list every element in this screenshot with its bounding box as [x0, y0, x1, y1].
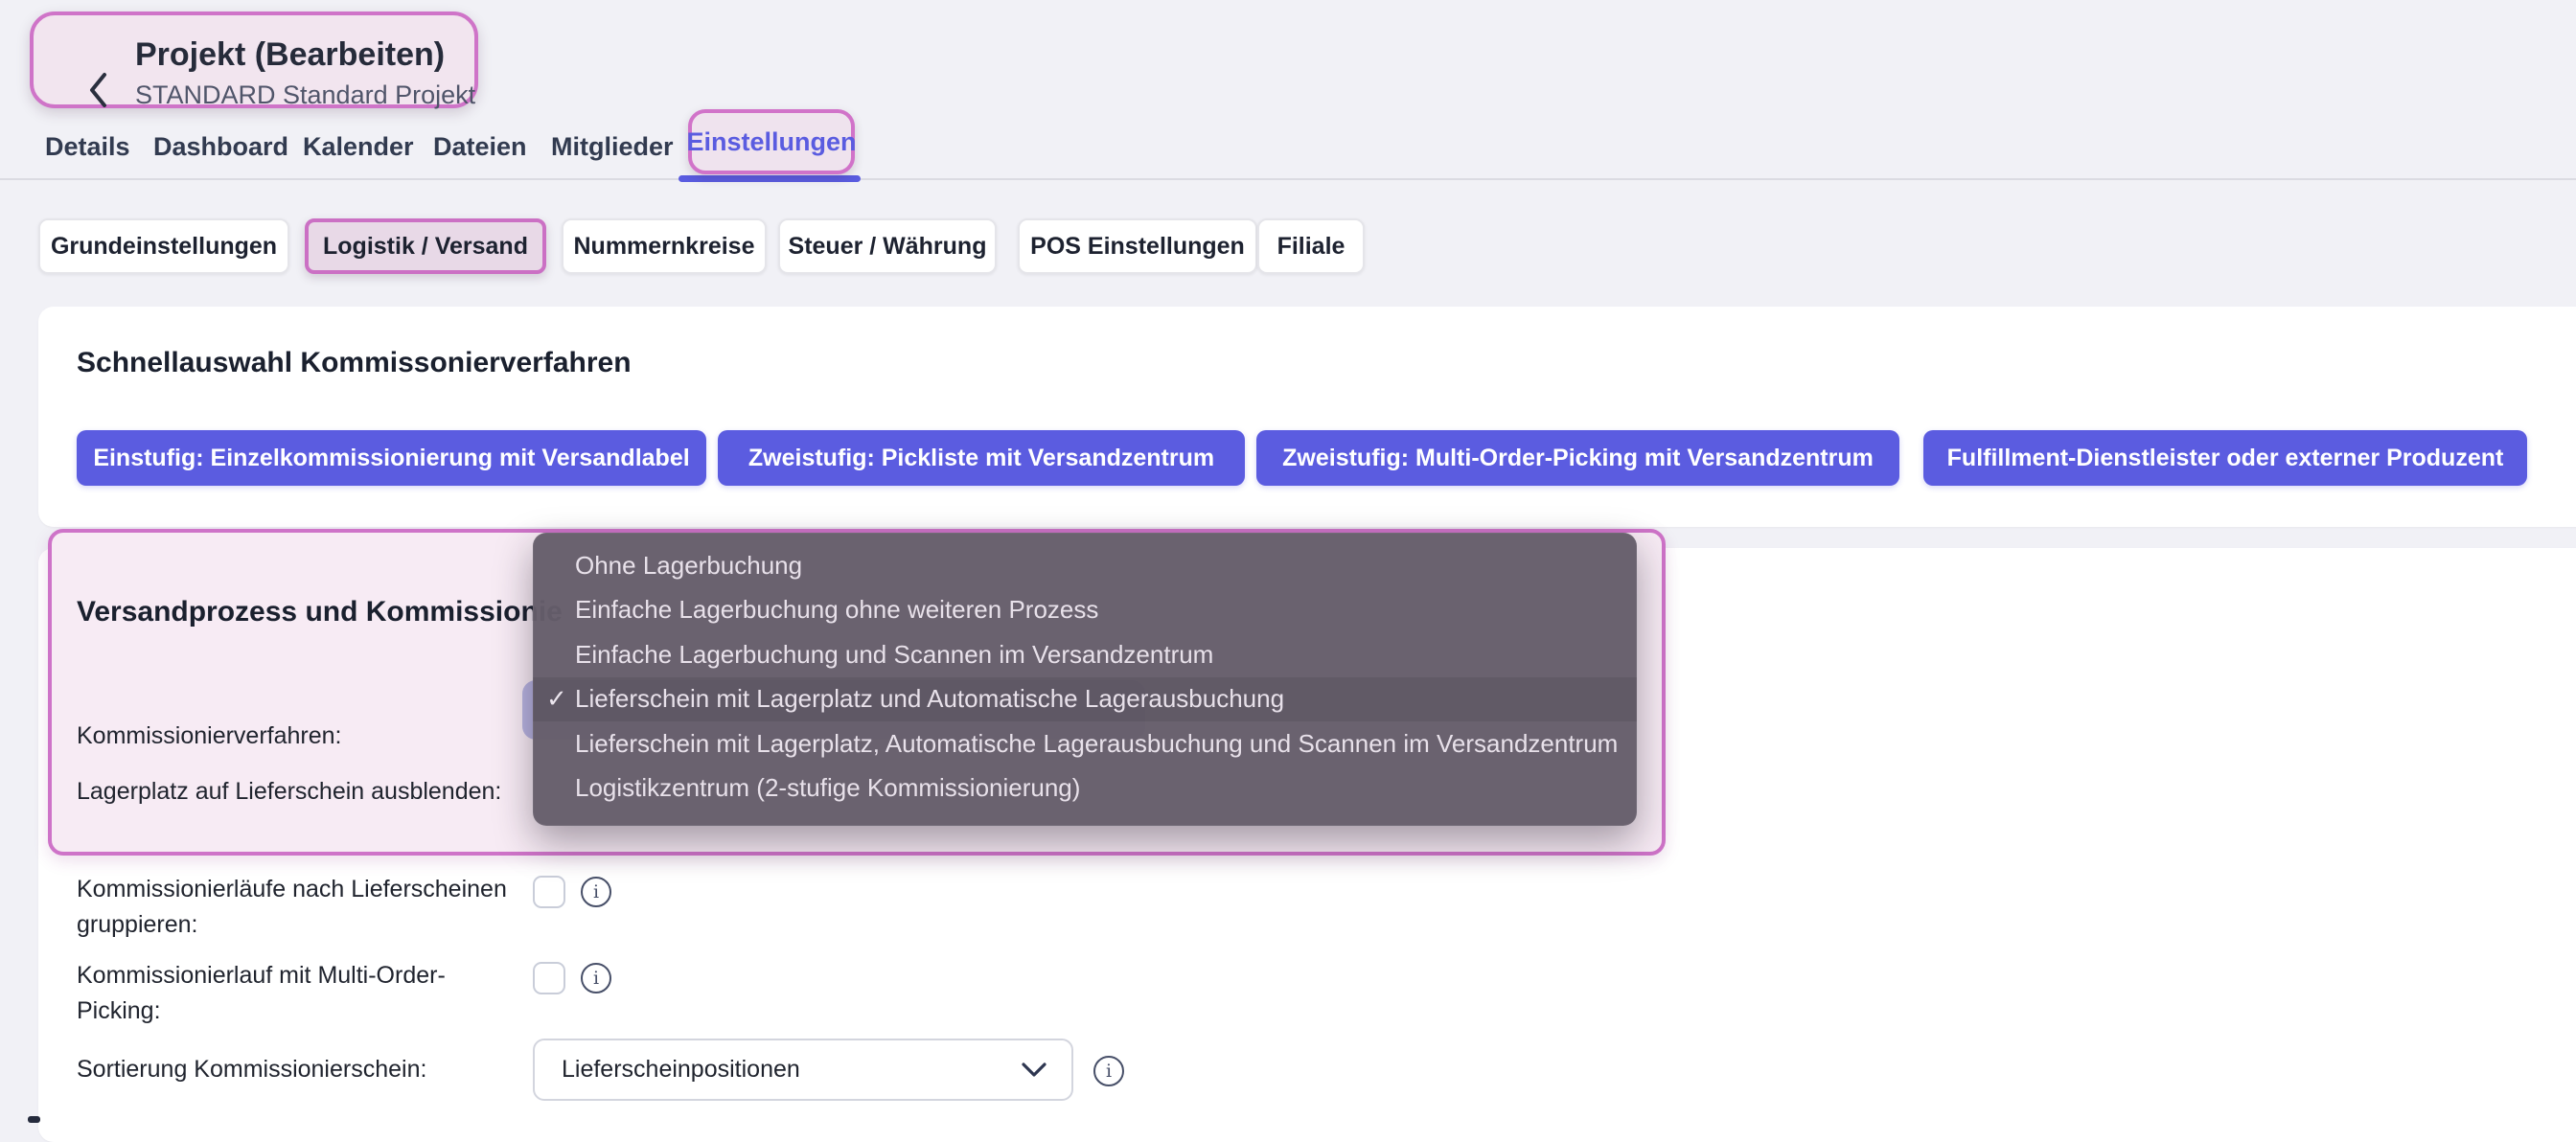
quick-select-button-pickliste[interactable]: Zweistufig: Pickliste mit Versandzentrum	[718, 430, 1245, 486]
dropdown-option[interactable]: Lieferschein mit Lagerplatz, Automatisch…	[533, 721, 1637, 766]
kommissionierverfahren-dropdown: Ohne Lagerbuchung Einfache Lagerbuchung …	[533, 533, 1637, 826]
label-multi-order-picking: Kommissionierlauf mit Multi-Order-Pickin…	[77, 958, 510, 1029]
subtab-filiale[interactable]: Filiale	[1257, 218, 1365, 274]
shipping-section-title: Versandprozess und Kommissionie	[77, 596, 563, 628]
subtab-grundeinstellungen[interactable]: Grundeinstellungen	[38, 218, 289, 274]
subtab-logistik-versand[interactable]: Logistik / Versand	[305, 218, 546, 274]
tab-dashboard[interactable]: Dashboard	[153, 132, 288, 162]
project-header-highlight: Projekt (Bearbeiten) STANDARD Standard P…	[30, 11, 478, 108]
label-lagerplatz-ausblenden: Lagerplatz auf Lieferschein ausblenden:	[77, 774, 510, 810]
quick-select-button-multi-order[interactable]: Zweistufig: Multi-Order-Picking mit Vers…	[1256, 430, 1899, 486]
chevron-left-icon	[87, 71, 110, 109]
label-sortierung-kommissionierschein: Sortierung Kommissionierschein:	[77, 1052, 510, 1087]
tab-einstellungen-highlight: Einstellungen	[688, 109, 855, 174]
label-kommissionierlaeufe-gruppieren: Kommissionierläufe nach Lieferscheinen g…	[77, 872, 510, 943]
tab-einstellungen[interactable]: Einstellungen	[686, 127, 856, 157]
dropdown-option[interactable]: Einfache Lagerbuchung und Scannen im Ver…	[533, 632, 1637, 677]
subtab-nummernkreise[interactable]: Nummernkreise	[562, 218, 767, 274]
tab-dateien[interactable]: Dateien	[433, 132, 527, 162]
tab-kalender[interactable]: Kalender	[303, 132, 414, 162]
subtab-steuer-waehrung[interactable]: Steuer / Währung	[778, 218, 997, 274]
page-title: Projekt (Bearbeiten)	[135, 36, 445, 74]
dropdown-option-selected[interactable]: ✓ Lieferschein mit Lagerplatz und Automa…	[533, 677, 1637, 722]
sortierung-select-value: Lieferscheinpositionen	[562, 1056, 1022, 1084]
bottom-edge-element	[28, 1116, 40, 1123]
page-subtitle: STANDARD Standard Projekt	[135, 80, 475, 110]
tabbar-divider	[0, 178, 2576, 180]
sortierung-select[interactable]: Lieferscheinpositionen	[533, 1039, 1073, 1101]
dropdown-option[interactable]: Ohne Lagerbuchung	[533, 543, 1637, 588]
dropdown-option[interactable]: Einfache Lagerbuchung ohne weiteren Proz…	[533, 588, 1637, 633]
checkbox-multi-order-picking[interactable]	[533, 962, 565, 994]
quick-select-title: Schnellauswahl Kommissonierverfahren	[77, 347, 632, 379]
chevron-down-icon	[1022, 1062, 1046, 1078]
info-icon[interactable]	[581, 963, 611, 994]
dropdown-option[interactable]: Logistikzentrum (2-stufige Kommissionier…	[533, 766, 1637, 811]
tab-details[interactable]: Details	[45, 132, 130, 162]
quick-select-button-einstufig[interactable]: Einstufig: Einzelkommissionierung mit Ve…	[77, 430, 706, 486]
info-icon[interactable]	[581, 877, 611, 907]
check-icon: ✓	[546, 684, 575, 714]
label-kommissionierverfahren: Kommissionierverfahren:	[77, 719, 510, 754]
tab-mitglieder[interactable]: Mitglieder	[551, 132, 674, 162]
subtab-pos-einstellungen[interactable]: POS Einstellungen	[1018, 218, 1257, 274]
back-button[interactable]	[87, 71, 110, 109]
checkbox-gruppieren[interactable]	[533, 876, 565, 908]
info-icon[interactable]	[1093, 1056, 1124, 1086]
active-tab-underline	[678, 175, 861, 182]
quick-select-button-fulfillment[interactable]: Fulfillment-Dienstleister oder externer …	[1923, 430, 2527, 486]
quick-select-card: Schnellauswahl Kommissonierverfahren Ein…	[38, 307, 2576, 527]
